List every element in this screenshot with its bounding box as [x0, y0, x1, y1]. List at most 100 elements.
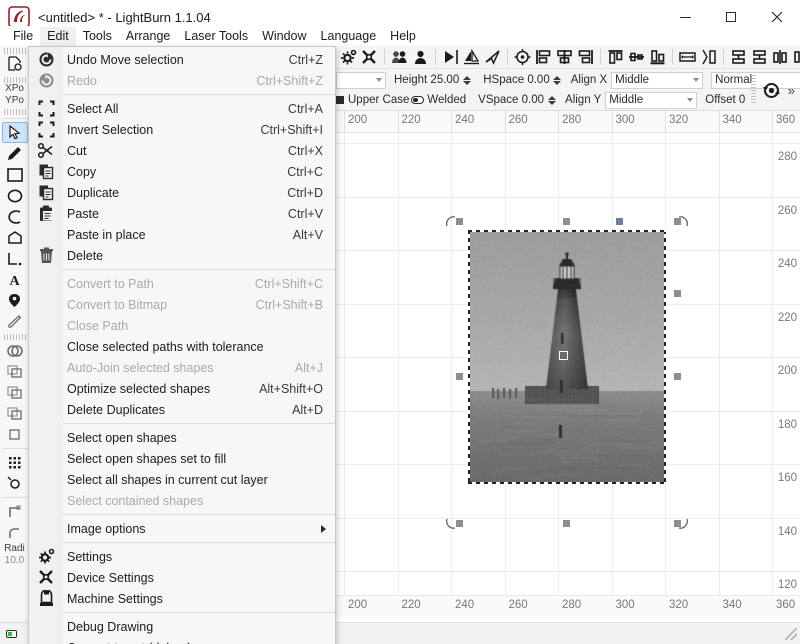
- menu-item-undo-move-selection[interactable]: Undo Move selection Ctrl+Z: [29, 49, 335, 70]
- fillet-tool-icon[interactable]: [2, 522, 28, 543]
- align-x-combo[interactable]: Middle: [611, 72, 703, 89]
- menu-file[interactable]: File: [6, 27, 40, 46]
- menu-language[interactable]: Language: [314, 27, 384, 46]
- menu-item-paste[interactable]: Paste Ctrl+V: [29, 203, 335, 224]
- horizontal-ruler-top[interactable]: 200 220 240 260 280 300 320 340 360: [331, 111, 800, 133]
- menu-item-device-settings[interactable]: Device Settings: [29, 567, 335, 588]
- handle-top-center[interactable]: [563, 218, 570, 225]
- align-group-center-icon[interactable]: [770, 47, 791, 68]
- text-tool-icon[interactable]: A: [2, 269, 28, 290]
- menu-item-duplicate[interactable]: Duplicate Ctrl+D: [29, 182, 335, 203]
- menu-item-invert-selection[interactable]: Invert Selection Ctrl+Shift+I: [29, 119, 335, 140]
- flip-vertical-icon[interactable]: [461, 47, 482, 68]
- handle-middle-left[interactable]: [456, 373, 463, 380]
- align-y-combo[interactable]: Middle: [605, 92, 697, 109]
- ellipse-tool-icon[interactable]: [2, 185, 28, 206]
- design-grid[interactable]: [331, 133, 800, 617]
- reset-rotation-icon[interactable]: [759, 77, 785, 103]
- menu-arrange[interactable]: Arrange: [119, 27, 177, 46]
- rectangle-tool-icon[interactable]: [2, 164, 28, 185]
- hspace-stepper[interactable]: [553, 73, 562, 88]
- wrench-icon[interactable]: [359, 47, 380, 68]
- menu-item-select-open-shapes-set-to-fill[interactable]: Select open shapes set to fill: [29, 448, 335, 469]
- upper-case-checkbox[interactable]: [336, 96, 344, 104]
- font-combo[interactable]: [336, 72, 386, 89]
- menu-laser-tools[interactable]: Laser Tools: [177, 27, 255, 46]
- rail-grip-3[interactable]: [4, 109, 26, 115]
- rotate-icon[interactable]: [482, 47, 503, 68]
- menu-tools[interactable]: Tools: [76, 27, 119, 46]
- canvas-area[interactable]: 200 220 240 260 280 300 320 340 360 200 …: [331, 111, 800, 644]
- align-center-h-icon[interactable]: [554, 47, 575, 68]
- intersect-tool-icon[interactable]: [2, 424, 28, 445]
- shape-toolbar-overflow-button[interactable]: »: [785, 83, 798, 98]
- new-file-icon[interactable]: [2, 54, 28, 75]
- weld-tool-icon[interactable]: [2, 382, 28, 403]
- center-origin-icon[interactable]: [512, 47, 533, 68]
- subtract-tool-icon[interactable]: [2, 403, 28, 424]
- rotate-handle-top-right[interactable]: [676, 215, 690, 229]
- boolean-tool-icon[interactable]: [2, 340, 28, 361]
- vspace-label[interactable]: VSpace 0.00: [478, 94, 544, 106]
- align-group-mid-icon[interactable]: [791, 47, 800, 68]
- radius-value[interactable]: 10.0: [5, 555, 24, 567]
- gear-icon[interactable]: [338, 47, 359, 68]
- align-right-icon[interactable]: [575, 47, 596, 68]
- menu-item-select-open-shapes[interactable]: Select open shapes: [29, 427, 335, 448]
- rotate-handle-bottom-left[interactable]: [444, 516, 458, 530]
- align-middle-icon[interactable]: [626, 47, 647, 68]
- line-tool-icon[interactable]: [2, 248, 28, 269]
- menu-item-delete-duplicates[interactable]: Delete Duplicates Alt+D: [29, 399, 335, 420]
- polygon-tool-icon[interactable]: [2, 227, 28, 248]
- menu-item-optimize-selected-shapes[interactable]: Optimize selected shapes Alt+Shift+O: [29, 378, 335, 399]
- align-group-right-icon[interactable]: [749, 47, 770, 68]
- flip-horizontal-icon[interactable]: [440, 47, 461, 68]
- offset-tool-icon[interactable]: [2, 361, 28, 382]
- shape-toolbar-grip[interactable]: [751, 75, 756, 105]
- select-tool-icon[interactable]: [2, 122, 28, 143]
- edit-dropdown-menu[interactable]: Undo Move selection Ctrl+Z Redo Ctrl+Shift+…: [28, 46, 336, 644]
- resize-grip-icon[interactable]: [785, 628, 797, 640]
- menu-item-close-selected-paths-with-tolerance[interactable]: Close selected paths with tolerance: [29, 336, 335, 357]
- node-edit-icon[interactable]: [2, 290, 28, 311]
- handle-bottom-center[interactable]: [563, 520, 570, 527]
- distribute-v-icon[interactable]: [698, 47, 719, 68]
- welded-toggle[interactable]: [411, 96, 424, 104]
- height-stepper[interactable]: [462, 73, 471, 88]
- horizontal-ruler-bottom[interactable]: 200 220 240 260 280 300 320 340 360: [331, 595, 800, 617]
- menu-item-copy[interactable]: Copy Ctrl+C: [29, 161, 335, 182]
- handle-center[interactable]: [559, 351, 568, 360]
- eraser-tool-icon[interactable]: [2, 311, 28, 332]
- menu-item-image-options[interactable]: Image options: [29, 518, 335, 539]
- menu-item-cut[interactable]: Cut Ctrl+X: [29, 140, 335, 161]
- upper-case-label[interactable]: Upper Case: [348, 94, 409, 106]
- menu-item-settings[interactable]: Settings: [29, 546, 335, 567]
- align-top-icon[interactable]: [605, 47, 626, 68]
- hspace-label[interactable]: HSpace 0.00: [483, 74, 550, 86]
- pen-tool-icon[interactable]: [2, 143, 28, 164]
- menu-item-convert-to-cut-debug[interactable]: Convert to cut (debug): [29, 637, 335, 644]
- welded-label[interactable]: Welded: [427, 94, 466, 106]
- vspace-stepper[interactable]: [547, 93, 556, 108]
- array-tool-icon[interactable]: [2, 452, 28, 473]
- handle-right-upper[interactable]: [674, 290, 681, 297]
- menu-item-paste-in-place[interactable]: Paste in place Alt+V: [29, 224, 335, 245]
- align-bottom-icon[interactable]: [647, 47, 668, 68]
- menu-item-delete[interactable]: Delete: [29, 245, 335, 266]
- arc-tool-icon[interactable]: [2, 206, 28, 227]
- rotate-handle-top-left[interactable]: [444, 215, 458, 229]
- corner-tool-icon[interactable]: [2, 501, 28, 522]
- align-group-left-icon[interactable]: [728, 47, 749, 68]
- menu-item-debug-drawing[interactable]: Debug Drawing: [29, 616, 335, 637]
- handle-top-right-alt[interactable]: [616, 218, 623, 225]
- menu-item-machine-settings[interactable]: Machine Settings: [29, 588, 335, 609]
- group-icon[interactable]: [389, 47, 410, 68]
- menu-help[interactable]: Help: [383, 27, 423, 46]
- distribute-h-icon[interactable]: [677, 47, 698, 68]
- menu-item-select-all-shapes-in-current-cut-layer[interactable]: Select all shapes in current cut layer: [29, 469, 335, 490]
- height-label[interactable]: Height 25.00: [394, 74, 459, 86]
- gear-tool-icon[interactable]: [2, 473, 28, 494]
- rotate-handle-bottom-right[interactable]: [676, 516, 690, 530]
- align-left-icon[interactable]: [533, 47, 554, 68]
- menu-item-select-all[interactable]: Select All Ctrl+A: [29, 98, 335, 119]
